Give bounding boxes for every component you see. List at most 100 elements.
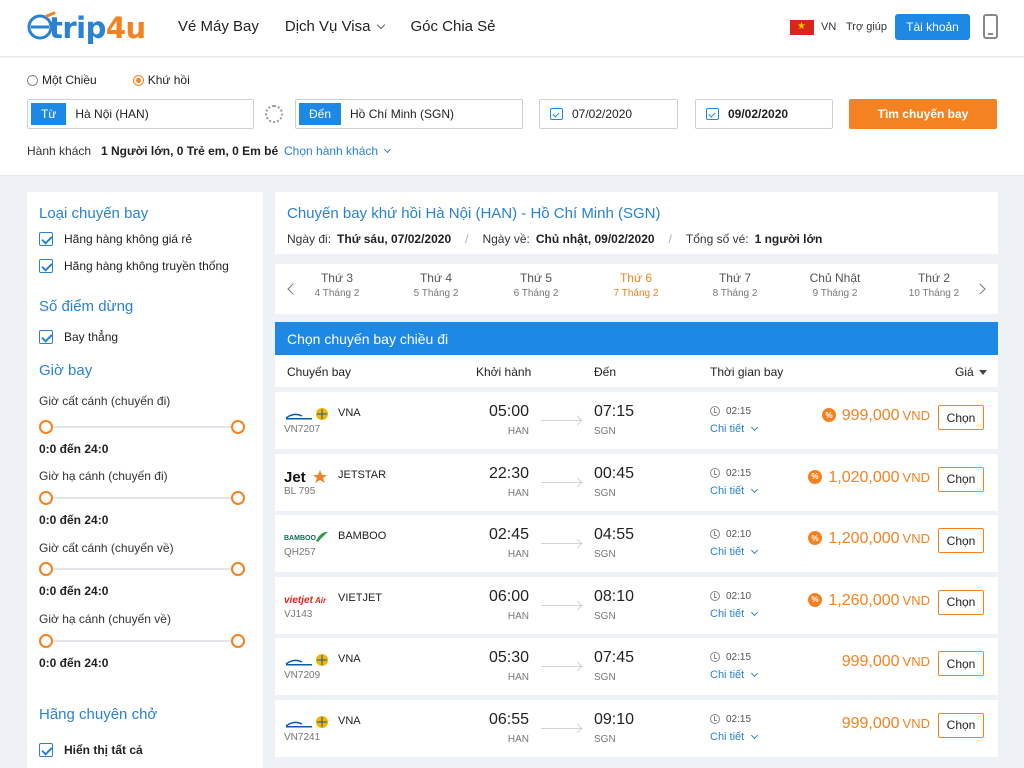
chevron-down-icon: [751, 546, 759, 555]
promo-badge-icon: %: [808, 592, 822, 607]
day-tab-active[interactable]: Thứ 67 Tháng 2: [591, 271, 681, 299]
depart-time: 22:30: [488, 464, 529, 482]
chevron-down-icon: [751, 669, 759, 678]
choose-flight-button[interactable]: Chọn: [938, 589, 984, 615]
checkbox-icon: [39, 259, 53, 273]
depart-date-field[interactable]: 07/02/2020: [539, 99, 678, 129]
radio-one-way[interactable]: Một Chiều: [27, 73, 97, 87]
day-tab[interactable]: Thứ 45 Tháng 2: [391, 271, 481, 299]
filter-all-airlines[interactable]: Hiển thị tất cả: [39, 743, 143, 757]
swap-icon[interactable]: [265, 105, 283, 123]
chevron-down-icon: [751, 485, 759, 493]
sort-by-price[interactable]: Giá: [955, 365, 987, 379]
choose-flight-button[interactable]: Chọn: [938, 528, 984, 553]
arrive-time: 04:55: [594, 526, 635, 543]
main-nav: Vé Máy Bay Dịch Vụ Visa Góc Chia Sẻ: [178, 18, 496, 35]
choose-flight-button[interactable]: Chọn: [938, 712, 984, 738]
filter-lowcost[interactable]: Hãng hàng không giá rẻ: [39, 232, 192, 246]
flight-number: VN7209: [284, 670, 321, 681]
return-date-field[interactable]: 09/02/2020: [695, 99, 833, 129]
slider-handle-min[interactable]: [39, 420, 53, 434]
clock-icon: [710, 529, 720, 539]
checkbox-icon: [39, 330, 53, 344]
choose-passengers-link[interactable]: Chọn hành khách: [284, 144, 392, 158]
duration: 02:15: [726, 713, 752, 725]
slider-range: 0:0 đến 24:0: [39, 656, 109, 670]
vietnam-flag-icon[interactable]: ★: [790, 20, 814, 35]
col-duration: Thời gian bay: [710, 365, 784, 379]
detail-link[interactable]: Chi tiết: [710, 546, 759, 558]
svg-text:Jet: Jet: [284, 469, 306, 484]
vietnam-airlines-logo-icon: [285, 715, 328, 728]
flight-type-title: Loại chuyến bay: [39, 205, 149, 222]
day-tab[interactable]: Thứ 56 Tháng 2: [491, 271, 581, 299]
slider-handle-max[interactable]: [231, 491, 245, 505]
svg-text:vietjet: vietjet: [284, 595, 314, 606]
day-tab[interactable]: Thứ 34 Tháng 2: [292, 271, 382, 299]
help-link[interactable]: Trợ giúp: [846, 21, 887, 33]
time-slider[interactable]: [39, 420, 245, 434]
slider-handle-min[interactable]: [39, 491, 53, 505]
nav-blog[interactable]: Góc Chia Sẻ: [410, 18, 495, 35]
flight-number: VN7241: [284, 731, 321, 743]
depart-time: 05:30: [488, 649, 529, 666]
promo-badge-icon: %: [808, 469, 822, 484]
detail-link[interactable]: Chi tiết: [710, 608, 759, 620]
time-slider[interactable]: [39, 562, 245, 576]
detail-link[interactable]: Chi tiết: [710, 731, 759, 743]
depart-time: 06:00: [488, 587, 529, 605]
logo[interactable]: trip4u: [27, 9, 147, 45]
slider-handle-max[interactable]: [231, 562, 245, 576]
clock-icon: [710, 713, 720, 724]
to-field[interactable]: Đến Hồ Chí Minh (SGN): [295, 99, 523, 129]
time-slider[interactable]: [39, 491, 245, 505]
filter-direct[interactable]: Bay thẳng: [39, 330, 118, 344]
radio-round-trip[interactable]: Khứ hồi: [132, 73, 190, 87]
choose-flight-button[interactable]: Chọn: [938, 405, 984, 430]
arrive-airport: SGN: [594, 672, 616, 683]
day-tab[interactable]: Chủ Nhật 9 Tháng 2: [790, 271, 880, 299]
day-tab[interactable]: Thứ 78 Tháng 2: [690, 271, 780, 299]
arrow-right-icon: [541, 666, 581, 667]
choose-flight-button[interactable]: Chọn: [938, 466, 984, 492]
depart-time: 05:00: [488, 403, 529, 420]
trip-type: Một Chiều Khứ hồi: [27, 73, 190, 87]
choose-flight-button[interactable]: Chọn: [938, 651, 984, 676]
filter-traditional[interactable]: Hãng hàng không truyền thống: [39, 259, 229, 273]
flight-time-title: Giờ bay: [39, 362, 93, 379]
price: 1,020,000 VND: [828, 468, 930, 486]
flight-number: VJ143: [284, 608, 313, 620]
search-flights-button[interactable]: Tìm chuyến bay: [849, 99, 997, 129]
promo-badge-icon: %: [808, 531, 822, 545]
account-button[interactable]: Tài khoản: [895, 14, 970, 40]
airline-code: BAMBOO: [338, 530, 387, 542]
flight-row: BAMBOO BAMBOO QH257 02:45 HAN 04:55 SGN 02:10 Ch…: [275, 515, 998, 572]
time-slider[interactable]: [39, 634, 245, 648]
calendar-icon: [550, 108, 563, 120]
detail-link[interactable]: Chi tiết: [710, 485, 759, 497]
passenger-value: 1 Người lớn, 0 Trẻ em, 0 Em bé: [101, 144, 279, 158]
detail-link[interactable]: Chi tiết: [710, 669, 759, 681]
nav-visa[interactable]: Dịch Vụ Visa: [285, 18, 386, 35]
nav-flights[interactable]: Vé Máy Bay: [178, 18, 259, 35]
slider-label: Giờ cất cánh (chuyến về): [39, 541, 174, 555]
day-tab[interactable]: Thứ 2 10 Tháng 2: [889, 271, 979, 299]
slider-handle-min[interactable]: [39, 562, 53, 576]
slider-handle-min[interactable]: [39, 634, 53, 648]
vietnam-airlines-logo-icon: [285, 654, 328, 666]
detail-link[interactable]: Chi tiết: [710, 423, 759, 435]
price: 1,260,000 VND: [828, 591, 930, 609]
slider-handle-max[interactable]: [231, 420, 245, 434]
arrow-right-icon: [541, 727, 581, 729]
flight-row: Jet JETSTAR BL 795 22:30 HAN 00:45 SGN 02:15 Chi…: [275, 453, 998, 511]
from-field[interactable]: Từ Hà Nội (HAN): [27, 99, 254, 129]
airline-code: VNA: [338, 653, 361, 665]
flight-row: VNA VN7241 06:55 HAN 09:10 SGN 02:15 Chi tiết 99…: [275, 699, 998, 757]
mobile-app-icon[interactable]: [983, 14, 998, 39]
arrive-airport: SGN: [594, 549, 616, 560]
airline-code: JETSTAR: [338, 468, 387, 481]
slider-handle-max[interactable]: [231, 634, 245, 648]
flight-number: VN7207: [284, 424, 321, 435]
language-selector[interactable]: VN: [821, 21, 836, 33]
depart-airport: HAN: [507, 733, 529, 745]
